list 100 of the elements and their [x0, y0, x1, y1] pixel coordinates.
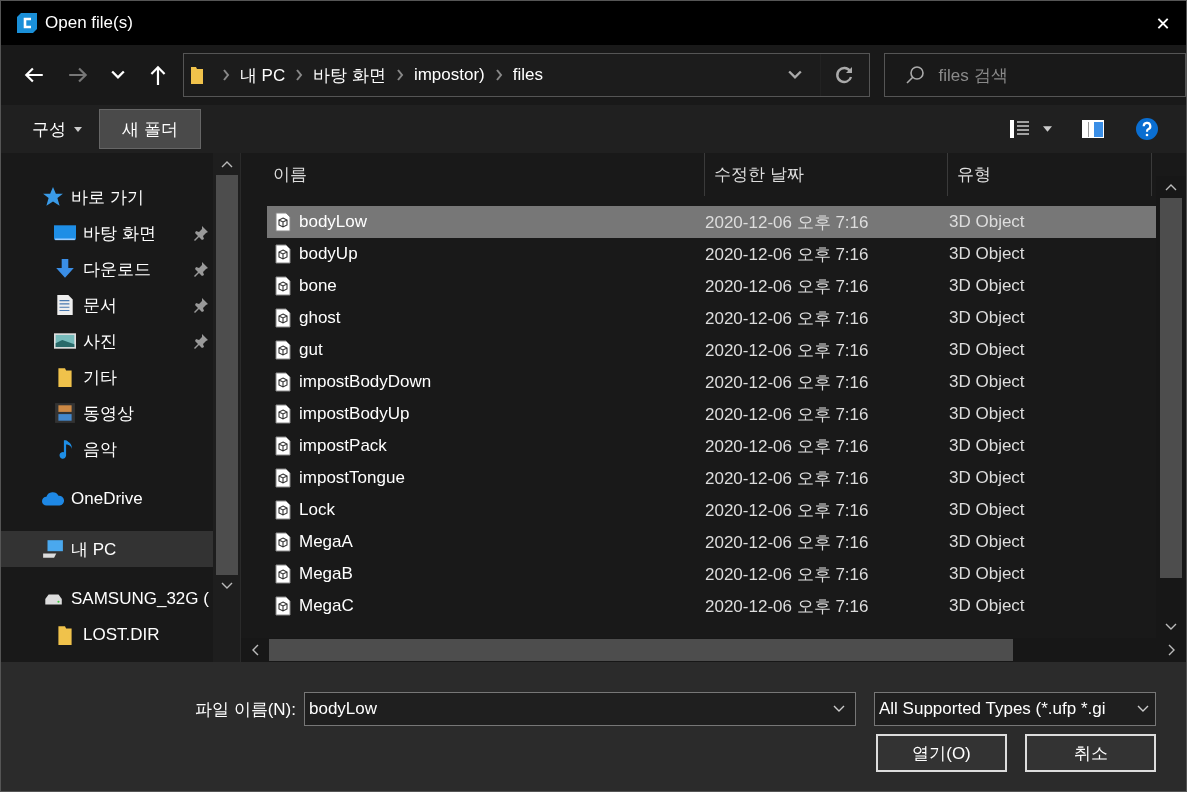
- file-type: 3D Object: [949, 596, 1025, 616]
- file-row[interactable]: Lock 2020-12-06 오후 7:16 3D Object: [267, 494, 1156, 526]
- file-name: impostPack: [299, 436, 387, 456]
- file-row[interactable]: bodyUp 2020-12-06 오후 7:16 3D Object: [267, 238, 1156, 270]
- preview-pane-icon[interactable]: [1082, 120, 1104, 138]
- sidebar-item[interactable]: 문서: [1, 287, 213, 323]
- modified-date: 2020-12-06 오후 7:16: [705, 275, 870, 298]
- modified-date: 2020-12-06 오후 7:16: [705, 563, 870, 586]
- folder-icon: [189, 64, 204, 86]
- file-type: 3D Object: [949, 308, 1025, 328]
- sidebar-item[interactable]: LOST.DIR: [1, 617, 213, 653]
- file-row[interactable]: MegaC 2020-12-06 오후 7:16 3D Object: [267, 590, 1156, 622]
- file-row[interactable]: impostTongue 2020-12-06 오후 7:16 3D Object: [267, 462, 1156, 494]
- 3d-object-file-icon: [275, 596, 291, 616]
- sidebar-item[interactable]: 동영상: [1, 395, 213, 431]
- help-icon[interactable]: [1136, 118, 1158, 140]
- file-type: 3D Object: [949, 564, 1025, 584]
- file-name: impostBodyDown: [299, 372, 432, 392]
- close-button[interactable]: ✕: [1140, 1, 1186, 45]
- filename-field[interactable]: bodyLow: [304, 692, 856, 726]
- modified-date: 2020-12-06 오후 7:16: [705, 307, 870, 330]
- sidebar-item[interactable]: OneDrive: [1, 481, 213, 517]
- file-type: 3D Object: [949, 212, 1025, 232]
- file-name: bone: [299, 276, 337, 296]
- sidebar-item[interactable]: 사진: [1, 323, 213, 359]
- scroll-down-icon[interactable]: [1165, 623, 1177, 631]
- chevron-right-icon: [494, 69, 503, 81]
- vertical-scrollbar[interactable]: [213, 153, 240, 662]
- star-icon: [42, 186, 64, 208]
- sidebar-item[interactable]: 음악: [1, 431, 213, 467]
- file-row[interactable]: MegaB 2020-12-06 오후 7:16 3D Object: [267, 558, 1156, 590]
- file-name: impostBodyUp: [299, 404, 410, 424]
- new-folder-button[interactable]: 새 폴더: [99, 109, 201, 149]
- file-row[interactable]: impostBodyDown 2020-12-06 오후 7:16 3D Object: [267, 366, 1156, 398]
- download-icon: [54, 258, 76, 280]
- file-name: Lock: [299, 500, 335, 520]
- 3d-object-file-icon: [275, 244, 291, 264]
- file-row[interactable]: impostPack 2020-12-06 오후 7:16 3D Object: [267, 430, 1156, 462]
- modified-date: 2020-12-06 오후 7:16: [705, 403, 870, 426]
- modified-date: 2020-12-06 오후 7:16: [705, 467, 870, 490]
- search-placeholder: files 검색: [938, 64, 1008, 87]
- open-button[interactable]: 열기(O): [876, 734, 1007, 772]
- 3d-object-file-icon: [275, 500, 291, 520]
- breadcrumb-item[interactable]: files: [512, 65, 543, 85]
- file-type: 3D Object: [949, 500, 1025, 520]
- caret-icon[interactable]: [1043, 126, 1052, 132]
- 3d-object-file-icon: [275, 564, 291, 584]
- refresh-icon[interactable]: [834, 65, 855, 85]
- file-row[interactable]: gut 2020-12-06 오후 7:16 3D Object: [267, 334, 1156, 366]
- column-header[interactable]: 이름: [241, 153, 705, 196]
- modified-date: 2020-12-06 오후 7:16: [705, 211, 870, 234]
- scroll-down-icon[interactable]: [220, 582, 233, 590]
- file-type: 3D Object: [949, 468, 1025, 488]
- file-row[interactable]: bodyLow 2020-12-06 오후 7:16 3D Object: [267, 206, 1156, 238]
- 3d-object-file-icon: [275, 468, 291, 488]
- filename-value: bodyLow: [309, 699, 378, 719]
- 3d-object-file-icon: [275, 276, 291, 296]
- sidebar-item[interactable]: 내 PC: [1, 531, 213, 567]
- pc-icon: [42, 538, 64, 560]
- cancel-button[interactable]: 취소: [1025, 734, 1156, 772]
- address-bar[interactable]: 내 PC 바탕 화면 impostor) files: [182, 53, 870, 97]
- search-icon: [904, 65, 925, 85]
- scroll-up-icon[interactable]: [1165, 183, 1177, 191]
- scroll-left-icon[interactable]: [251, 644, 259, 656]
- file-row[interactable]: ghost 2020-12-06 오후 7:16 3D Object: [267, 302, 1156, 334]
- column-header[interactable]: 유형: [948, 153, 1152, 196]
- sidebar-item[interactable]: 바로 가기: [1, 179, 213, 215]
- chevron-down-icon: [833, 705, 845, 713]
- organize-button[interactable]: 구성: [15, 109, 91, 149]
- modified-date: 2020-12-06 오후 7:16: [705, 243, 870, 266]
- file-row[interactable]: MegaA 2020-12-06 오후 7:16 3D Object: [267, 526, 1156, 558]
- sidebar-item[interactable]: 기타: [1, 359, 213, 395]
- sidebar-item[interactable]: SAMSUNG_32G (: [1, 581, 213, 617]
- sidebar-item[interactable]: 바탕 화면: [1, 215, 213, 251]
- view-options-icon[interactable]: [1009, 119, 1031, 139]
- column-header[interactable]: 수정한 날짜: [705, 153, 948, 196]
- 3d-object-file-icon: [275, 308, 291, 328]
- app-logo-icon: [17, 13, 37, 33]
- file-type: 3D Object: [949, 244, 1025, 264]
- breadcrumb-item[interactable]: impostor): [413, 65, 485, 85]
- scroll-up-icon[interactable]: [220, 160, 233, 168]
- modified-date: 2020-12-06 오후 7:16: [705, 435, 870, 458]
- chevron-right-icon: [221, 69, 230, 81]
- sidebar-item[interactable]: 다운로드: [1, 251, 213, 287]
- chevron-right-icon: [295, 69, 304, 81]
- file-name: MegaB: [299, 564, 353, 584]
- breadcrumb-item[interactable]: 바탕 화면: [313, 63, 386, 87]
- modified-date: 2020-12-06 오후 7:16: [705, 531, 870, 554]
- document-icon: [54, 294, 76, 316]
- file-type: 3D Object: [949, 276, 1025, 296]
- file-type-dropdown[interactable]: All Supported Types (*.ufp *.gi: [874, 692, 1156, 726]
- file-row[interactable]: impostBodyUp 2020-12-06 오후 7:16 3D Object: [267, 398, 1156, 430]
- file-name: bodyLow: [299, 212, 368, 232]
- scroll-right-icon[interactable]: [1168, 644, 1176, 656]
- chevron-down-icon[interactable]: [787, 70, 802, 80]
- file-row[interactable]: bone 2020-12-06 오후 7:16 3D Object: [267, 270, 1156, 302]
- breadcrumb-item[interactable]: 내 PC: [239, 63, 286, 87]
- caret-icon: [74, 126, 82, 132]
- 3d-object-file-icon: [275, 340, 291, 360]
- search-field[interactable]: files 검색: [883, 53, 1186, 97]
